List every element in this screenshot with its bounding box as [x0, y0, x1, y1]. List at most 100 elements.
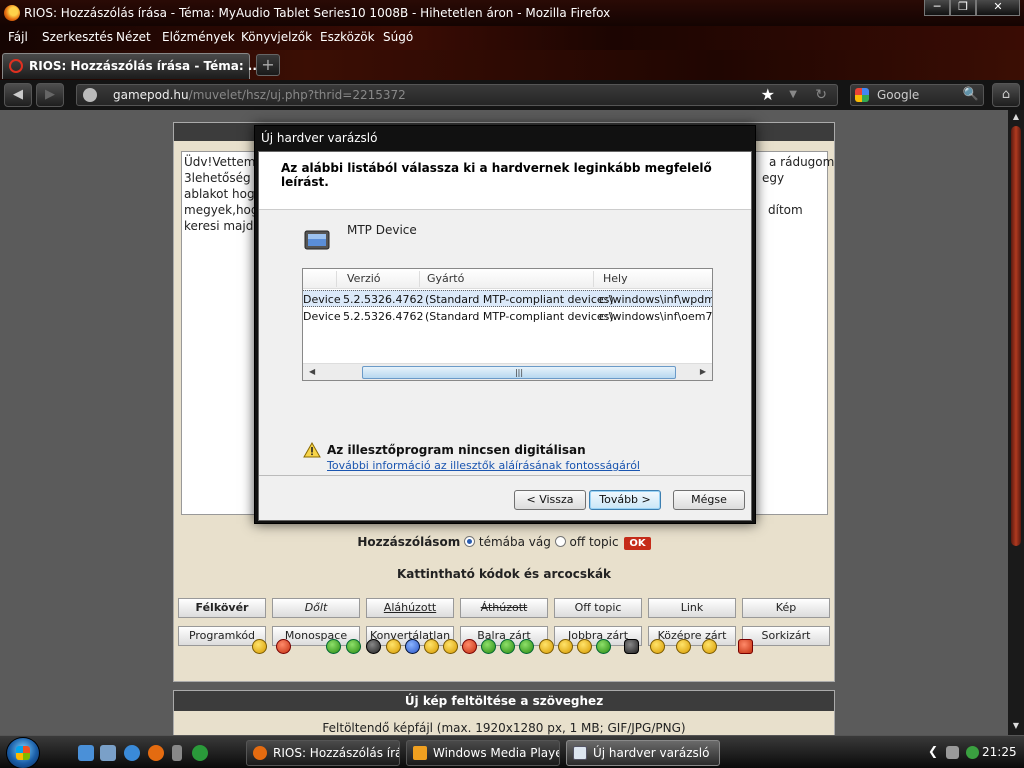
link-button[interactable]: Link	[648, 598, 736, 618]
unsigned-driver-warning: Az illesztőprogram nincsen digitálisan	[327, 443, 586, 457]
smiley-icon[interactable]	[366, 639, 381, 654]
ok-button[interactable]: OK	[624, 537, 651, 550]
smiley-icon[interactable]	[577, 639, 592, 654]
browser-tab[interactable]: RIOS: Hozzászólás írása - Téma: ...	[2, 53, 261, 79]
smiley-icon[interactable]	[405, 639, 420, 654]
smiley-icon[interactable]	[424, 639, 439, 654]
smiley-icon[interactable]	[539, 639, 554, 654]
smiley-icon[interactable]	[558, 639, 573, 654]
volume-icon[interactable]	[966, 746, 979, 759]
smiley-icon[interactable]	[276, 639, 291, 654]
chevron-left-icon[interactable]: ❮	[928, 744, 938, 758]
menu-bookmarks[interactable]: Könyvjelzők	[241, 30, 312, 44]
ie-icon[interactable]	[78, 745, 94, 761]
start-button[interactable]	[6, 737, 40, 768]
smiley-icon[interactable]	[386, 639, 401, 654]
driver-row[interactable]: Device 5.2.5326.4762 (Standard MTP-compl…	[303, 308, 712, 325]
page-scrollbar[interactable]: ▲ ▼	[1008, 110, 1024, 735]
driver-list[interactable]: Verzió Gyártó Hely Device 5.2.5326.4762 …	[302, 268, 713, 381]
smiley-icon[interactable]	[462, 639, 477, 654]
menu-view[interactable]: Nézet	[116, 30, 151, 44]
taskbar-item-hardware-wizard[interactable]: Új hardver varázsló	[566, 740, 720, 766]
back-button[interactable]: < Vissza	[514, 490, 586, 510]
textarea-line: dítom	[768, 203, 803, 217]
search-icon[interactable]: 🔍	[963, 85, 979, 105]
column-vendor[interactable]: Gyártó	[427, 272, 464, 285]
address-bar[interactable]: gamepod.hu/muvelet/hsz/uj.php?thrid=2215…	[76, 84, 838, 106]
menu-edit[interactable]: Szerkesztés	[42, 30, 113, 44]
column-location[interactable]: Hely	[603, 272, 628, 285]
list-horizontal-scrollbar[interactable]: ◀ ||| ▶	[303, 363, 712, 380]
smiley-icon[interactable]	[326, 639, 341, 654]
bold-button[interactable]: Félkövér	[178, 598, 266, 618]
desktop-icon[interactable]	[100, 745, 116, 761]
maximize-button[interactable]: ❐	[950, 0, 976, 16]
image-upload-panel: Új kép feltöltése a szöveghez Feltöltend…	[173, 690, 835, 735]
italic-button[interactable]: Dőlt	[272, 598, 360, 618]
smiley-icon[interactable]	[481, 639, 496, 654]
close-button[interactable]: ✕	[976, 0, 1020, 16]
next-button[interactable]: Tovább >	[589, 490, 661, 510]
scrollbar-thumb[interactable]: |||	[362, 366, 676, 379]
url-host: gamepod.hu	[113, 88, 189, 102]
dialog-title: Új hardver varázsló	[261, 131, 378, 145]
smiley-icon[interactable]	[443, 639, 458, 654]
cancel-button[interactable]: Mégse	[673, 490, 745, 510]
radio-off-topic[interactable]	[554, 536, 566, 547]
bookmark-star-icon[interactable]: ★	[761, 85, 775, 105]
driver-signing-info-link[interactable]: További információ az illesztők aláírásá…	[327, 459, 640, 472]
smiley-icon[interactable]	[252, 639, 267, 654]
new-tab-button[interactable]: +	[256, 54, 280, 76]
media-icon[interactable]	[172, 745, 182, 761]
smiley-icon[interactable]	[738, 639, 753, 654]
upload-info: Feltöltendő képfájl (max. 1920x1280 px, …	[322, 721, 686, 735]
taskbar-item-label: Új hardver varázsló	[593, 746, 710, 760]
driver-vendor: (Standard MTP-compliant devices)	[425, 310, 614, 323]
forward-button[interactable]: ▶	[36, 83, 64, 107]
network-icon[interactable]	[946, 746, 959, 759]
menu-help[interactable]: Súgó	[383, 30, 413, 44]
scroll-right-icon[interactable]: ▶	[700, 367, 706, 376]
menu-history[interactable]: Előzmények	[162, 30, 235, 44]
media-player-icon	[413, 746, 427, 760]
taskbar-item-media-player[interactable]: Windows Media Player	[406, 740, 560, 766]
smiley-icon[interactable]	[650, 639, 665, 654]
underline-button[interactable]: Aláhúzott	[366, 598, 454, 618]
image-button[interactable]: Kép	[742, 598, 830, 618]
taskbar-item-firefox[interactable]: RIOS: Hozzászólás írá...	[246, 740, 400, 766]
minimize-button[interactable]: ─	[924, 0, 950, 16]
explorer-icon[interactable]	[124, 745, 140, 761]
scroll-up-icon[interactable]: ▲	[1010, 112, 1022, 124]
search-box[interactable]: Google 🔍	[850, 84, 984, 106]
clock[interactable]: 21:25	[982, 745, 1017, 759]
smiley-icon[interactable]	[676, 639, 691, 654]
home-button[interactable]: ⌂	[992, 83, 1020, 107]
google-icon[interactable]	[855, 88, 869, 102]
smiley-icon[interactable]	[596, 639, 611, 654]
strikethrough-button[interactable]: Áthúzott	[460, 598, 548, 618]
reload-icon[interactable]: ↻	[815, 85, 827, 105]
smiley-icon[interactable]	[346, 639, 361, 654]
utorrent-icon[interactable]	[192, 745, 208, 761]
site-favicon-icon	[9, 59, 23, 73]
driver-version: 5.2.5326.4762	[343, 310, 424, 323]
back-button[interactable]: ◀	[4, 83, 32, 107]
column-version[interactable]: Verzió	[347, 272, 381, 285]
smiley-icon[interactable]	[500, 639, 515, 654]
off-topic-label: off topic	[569, 535, 619, 549]
menu-file[interactable]: Fájl	[8, 30, 28, 44]
radio-on-topic[interactable]	[464, 536, 476, 547]
smiley-icon[interactable]	[519, 639, 534, 654]
menu-tools[interactable]: Eszközök	[320, 30, 375, 44]
scroll-down-icon[interactable]: ▼	[1010, 721, 1022, 733]
textarea-line: egy	[762, 171, 785, 185]
off-topic-button[interactable]: Off topic	[554, 598, 642, 618]
scroll-left-icon[interactable]: ◀	[309, 367, 315, 376]
driver-row[interactable]: Device 5.2.5326.4762 (Standard MTP-compl…	[303, 290, 712, 307]
smiley-icon[interactable]	[702, 639, 717, 654]
tab-label: RIOS: Hozzászólás írása - Téma: ...	[29, 59, 262, 73]
scrollbar-thumb[interactable]	[1011, 126, 1021, 546]
firefox-icon[interactable]	[148, 745, 164, 761]
chevron-down-icon[interactable]: ▼	[789, 85, 797, 105]
smiley-icon[interactable]	[624, 639, 639, 654]
